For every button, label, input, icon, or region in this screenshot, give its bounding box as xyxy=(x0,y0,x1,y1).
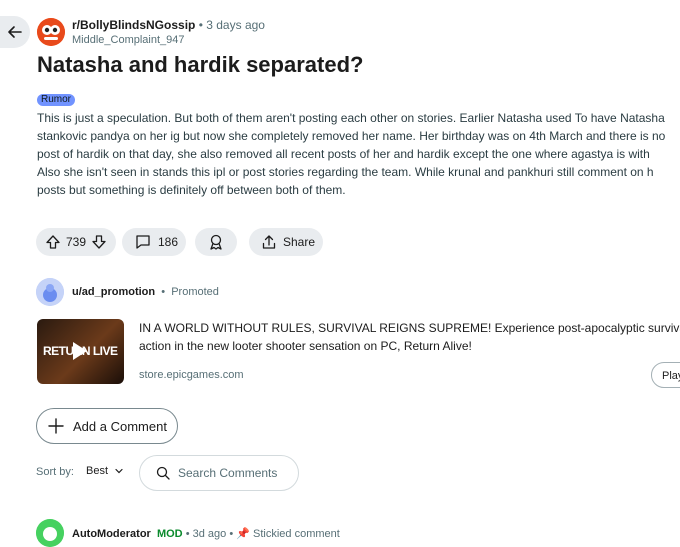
search-icon xyxy=(156,466,170,480)
comment-meta: AutoModerator MOD • 3d ago • 📌 Stickied … xyxy=(72,528,340,540)
upvote-button[interactable] xyxy=(45,234,61,250)
search-comments-placeholder: Search Comments xyxy=(178,466,278,480)
comment-author[interactable]: AutoModerator xyxy=(72,528,151,540)
post-meta: r/BollyBlindsNGossip • 3 days ago xyxy=(72,18,265,32)
share-label: Share xyxy=(283,235,316,249)
share-icon xyxy=(262,235,276,249)
vote-count: 739 xyxy=(65,235,86,249)
back-button[interactable] xyxy=(0,16,30,48)
comment-count: 186 xyxy=(158,235,179,249)
subreddit-avatar[interactable] xyxy=(37,18,65,46)
comment-icon xyxy=(136,235,150,249)
post-body-line: This is just a speculation. But both of … xyxy=(37,111,665,125)
pin-icon: 📌 xyxy=(236,528,250,540)
back-arrow-icon xyxy=(8,26,22,38)
post-title: Natasha and hardik separated? xyxy=(37,52,364,77)
comments-button[interactable]: 186 xyxy=(122,228,186,256)
award-icon xyxy=(210,234,222,250)
subreddit-name[interactable]: r/BollyBlindsNGossip xyxy=(72,18,195,32)
plus-icon xyxy=(48,418,64,434)
post-body-line: stankovic pandya on her ig but now she c… xyxy=(37,129,666,143)
ad-domain[interactable]: store.epicgames.com xyxy=(139,369,244,381)
ad-headline-line: IN A WORLD WITHOUT RULES, SURVIVAL REIGN… xyxy=(139,321,680,335)
ad-avatar[interactable] xyxy=(36,278,64,306)
search-comments-input[interactable]: Search Comments xyxy=(139,455,299,491)
ad-meta: u/ad_promotion • Promoted xyxy=(72,286,219,298)
sort-label: Sort by: xyxy=(36,466,74,478)
ad-username[interactable]: u/ad_promotion xyxy=(72,286,155,298)
mod-badge: MOD xyxy=(156,528,183,540)
ad-headline-line: action in the new looter shooter sensati… xyxy=(139,339,472,353)
comment-time: 3d ago xyxy=(192,528,227,540)
post-body-line: posts but something is definitely off be… xyxy=(37,183,346,197)
automod-avatar[interactable] xyxy=(36,519,64,547)
post-time: 3 days ago xyxy=(206,18,265,32)
downvote-icon xyxy=(92,235,106,249)
add-comment-label: Add a Comment xyxy=(73,418,167,434)
vote-bar: 739 xyxy=(36,228,116,256)
share-button[interactable]: Share xyxy=(249,228,323,256)
sort-dropdown[interactable]: Best xyxy=(86,465,124,477)
sort-value: Best xyxy=(86,465,109,477)
play-icon xyxy=(73,342,87,360)
promoted-label: Promoted xyxy=(171,286,219,298)
award-button[interactable] xyxy=(195,228,237,256)
stickied-label: Stickied comment xyxy=(253,528,340,540)
post-body: This is just a speculation. But both of … xyxy=(37,109,680,199)
post-flair[interactable]: Rumor xyxy=(37,94,76,106)
downvote-button[interactable] xyxy=(91,234,107,250)
add-comment-button[interactable]: Add a Comment xyxy=(36,408,178,444)
post-body-line: Also she isn't seen in stands this ipl o… xyxy=(37,165,654,179)
post-author[interactable]: Middle_Complaint_947 xyxy=(72,34,185,46)
upvote-icon xyxy=(46,235,60,249)
ad-headline[interactable]: IN A WORLD WITHOUT RULES, SURVIVAL REIGN… xyxy=(139,319,680,355)
ad-thumbnail[interactable]: RETURN LIVE xyxy=(37,319,124,384)
post-body-line: post of hardik on that day, she also rem… xyxy=(37,147,650,161)
chevron-down-icon xyxy=(115,468,123,474)
ad-cta-button[interactable]: Play xyxy=(651,362,680,388)
